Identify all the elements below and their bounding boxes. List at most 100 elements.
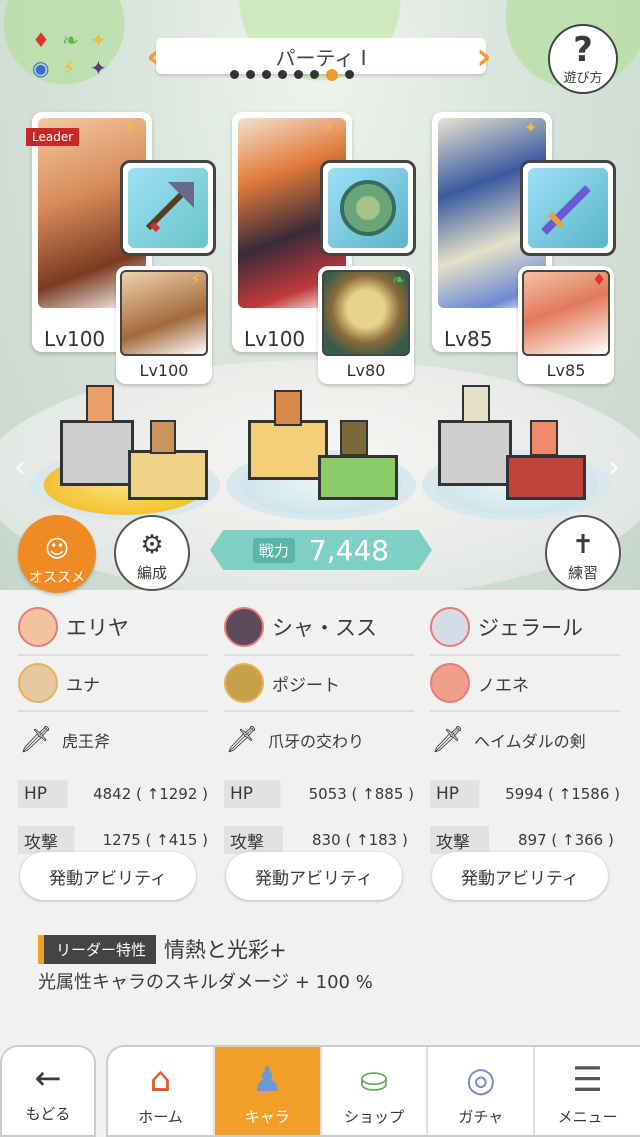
weapon-name: 虎王斧: [62, 732, 111, 751]
sub-level-label: Lv85: [546, 361, 586, 380]
water-element-icon: ◉: [32, 56, 50, 80]
fire-element-icon: ♦: [592, 270, 607, 289]
weapon-icon: 🗡: [431, 725, 465, 755]
attack-value: 830 ( ↑183 ): [312, 831, 408, 849]
chevron-left-icon[interactable]: ‹: [14, 450, 26, 485]
attack-value: 897 ( ↑366 ): [518, 831, 614, 849]
hp-stat: HP 5994 ( ↑1586 ): [430, 774, 620, 814]
dark-element-icon: ✦: [90, 56, 107, 80]
ability-button-2[interactable]: 発動アビリティ: [226, 852, 402, 900]
recommend-button[interactable]: ☺ オススメ: [18, 515, 96, 593]
back-button[interactable]: ← もどる: [0, 1045, 96, 1137]
element-filter-icon[interactable]: ♦ ❧ ✦ ◉ ⚡ ✦: [28, 28, 114, 82]
sand-block: [128, 450, 208, 500]
wind-element-icon: ❧: [392, 270, 406, 289]
member-column-1: エリヤ ユナ 🗡 虎王斧 HP 4842 ( ↑1292 ) 攻撃 1275 (…: [18, 600, 208, 860]
light-element-icon: ✦: [90, 28, 107, 52]
leader-skill-name: 情熱と光彩+: [164, 938, 287, 962]
practice-label: 練習: [567, 564, 598, 582]
stone-block: [60, 420, 134, 486]
stone-block: [438, 420, 512, 486]
hp-label: HP: [18, 780, 90, 808]
main-character-row[interactable]: シャ・スス: [224, 600, 414, 656]
main-character-row[interactable]: ジェラール: [430, 600, 620, 656]
hp-stat: HP 4842 ( ↑1292 ): [18, 774, 208, 814]
recommend-label: オススメ: [29, 570, 85, 586]
tab-menu[interactable]: ☰ メニュー: [535, 1047, 640, 1135]
main-character-name: ジェラール: [478, 616, 583, 640]
main-tabs: ⌂ ホーム ♟ キャラ ⛀ ショップ ◎ ガチャ ☰ メニュー: [106, 1045, 640, 1137]
tab-label: ホーム: [138, 1108, 183, 1126]
leader-skill-label: リーダー特性: [38, 934, 157, 964]
thunder-element-icon: ⚡: [62, 56, 77, 80]
back-arrow-icon: ←: [34, 1058, 62, 1097]
avatar: [18, 663, 58, 703]
back-label: もどる: [25, 1104, 71, 1123]
tab-label: メニュー: [557, 1108, 618, 1126]
axe-icon: [145, 182, 194, 233]
member-column-2: シャ・スス ポジート 🗡 爪牙の交わり HP 5053 ( ↑885 ) 攻撃 …: [224, 600, 414, 860]
avatar: [18, 607, 58, 647]
chibi-character: [530, 420, 558, 456]
avatar: [224, 663, 264, 703]
bottom-navigation: ← もどる ⌂ ホーム ♟ キャラ ⛀ ショップ ◎ ガチャ ☰ メニュー: [0, 1045, 640, 1137]
help-label: 遊び方: [563, 70, 603, 86]
member-column-3: ジェラール ノエネ 🗡 ヘイムダルの剣 HP 5994 ( ↑1586 ) 攻撃…: [430, 600, 620, 860]
tab-shop[interactable]: ⛀ ショップ: [322, 1047, 429, 1135]
main-character-name: シャ・スス: [272, 616, 377, 640]
weapon-name: ヘイムダルの剣: [474, 732, 586, 751]
level-label: Lv85: [444, 327, 493, 351]
question-icon: ?: [573, 29, 593, 70]
chibi-character: [274, 390, 302, 426]
weapon-row[interactable]: 🗡 爪牙の交わり: [224, 712, 414, 768]
sub-level-label: Lv80: [346, 361, 386, 380]
practice-button[interactable]: ✝ 練習: [545, 515, 621, 591]
shop-bag-icon: ⛀: [359, 1060, 389, 1100]
weapon-slot-1[interactable]: [120, 160, 216, 256]
hp-value: 5994 ( ↑1586 ): [505, 785, 620, 803]
help-button[interactable]: ? 遊び方: [548, 24, 618, 94]
tab-home[interactable]: ⌂ ホーム: [108, 1047, 215, 1135]
party-title: パーティ I: [156, 38, 486, 74]
light-element-icon: ✦: [124, 118, 138, 137]
ability-button-1[interactable]: 発動アビリティ: [20, 852, 196, 900]
chibi-character: [340, 420, 368, 456]
main-character-name: エリヤ: [66, 616, 129, 640]
tab-label: ガチャ: [458, 1108, 504, 1126]
weapon-icon: 🗡: [225, 725, 259, 755]
main-character-row[interactable]: エリヤ: [18, 600, 208, 656]
weapon-row[interactable]: 🗡 ヘイムダルの剣: [430, 712, 620, 768]
hp-label: HP: [224, 780, 305, 808]
weapon-slot-2[interactable]: [320, 160, 416, 256]
avatar: [224, 607, 264, 647]
sub-level-label: Lv100: [139, 361, 189, 380]
sub-character-row[interactable]: ノエネ: [430, 656, 620, 712]
next-party-arrow[interactable]: ›: [470, 36, 498, 76]
leader-tag: Leader: [26, 128, 80, 146]
sub-character-row[interactable]: ポジート: [224, 656, 414, 712]
tab-label: キャラ: [244, 1108, 290, 1126]
level-label: Lv100: [244, 327, 306, 351]
tab-gacha[interactable]: ◎ ガチャ: [428, 1047, 536, 1135]
weapon-slot-3[interactable]: [520, 160, 616, 256]
hp-stat: HP 5053 ( ↑885 ): [224, 774, 414, 814]
weapon-name: 爪牙の交わり: [268, 732, 365, 751]
lava-block: [506, 455, 586, 500]
chevron-right-icon[interactable]: ›: [608, 450, 620, 485]
orb-icon: [340, 180, 396, 236]
weapon-row[interactable]: 🗡 虎王斧: [18, 712, 208, 768]
thunder-element-icon: ⚡: [190, 270, 202, 289]
hp-value: 4842 ( ↑1292 ): [93, 785, 208, 803]
ability-button-3[interactable]: 発動アビリティ: [432, 852, 608, 900]
gacha-orb-icon: ◎: [465, 1060, 496, 1100]
grass-block: [318, 455, 398, 500]
fire-element-icon: ♦: [32, 28, 50, 52]
sub-character-row[interactable]: ユナ: [18, 656, 208, 712]
light-element-icon: ✦: [524, 118, 538, 137]
tab-chara[interactable]: ♟ キャラ: [214, 1047, 322, 1135]
avatar: [430, 607, 470, 647]
weapon-icon: 🗡: [19, 725, 53, 755]
sub-character-name: ユナ: [66, 675, 100, 696]
formation-label: 編成: [136, 564, 167, 582]
formation-button[interactable]: ⚙ 編成: [114, 515, 190, 591]
